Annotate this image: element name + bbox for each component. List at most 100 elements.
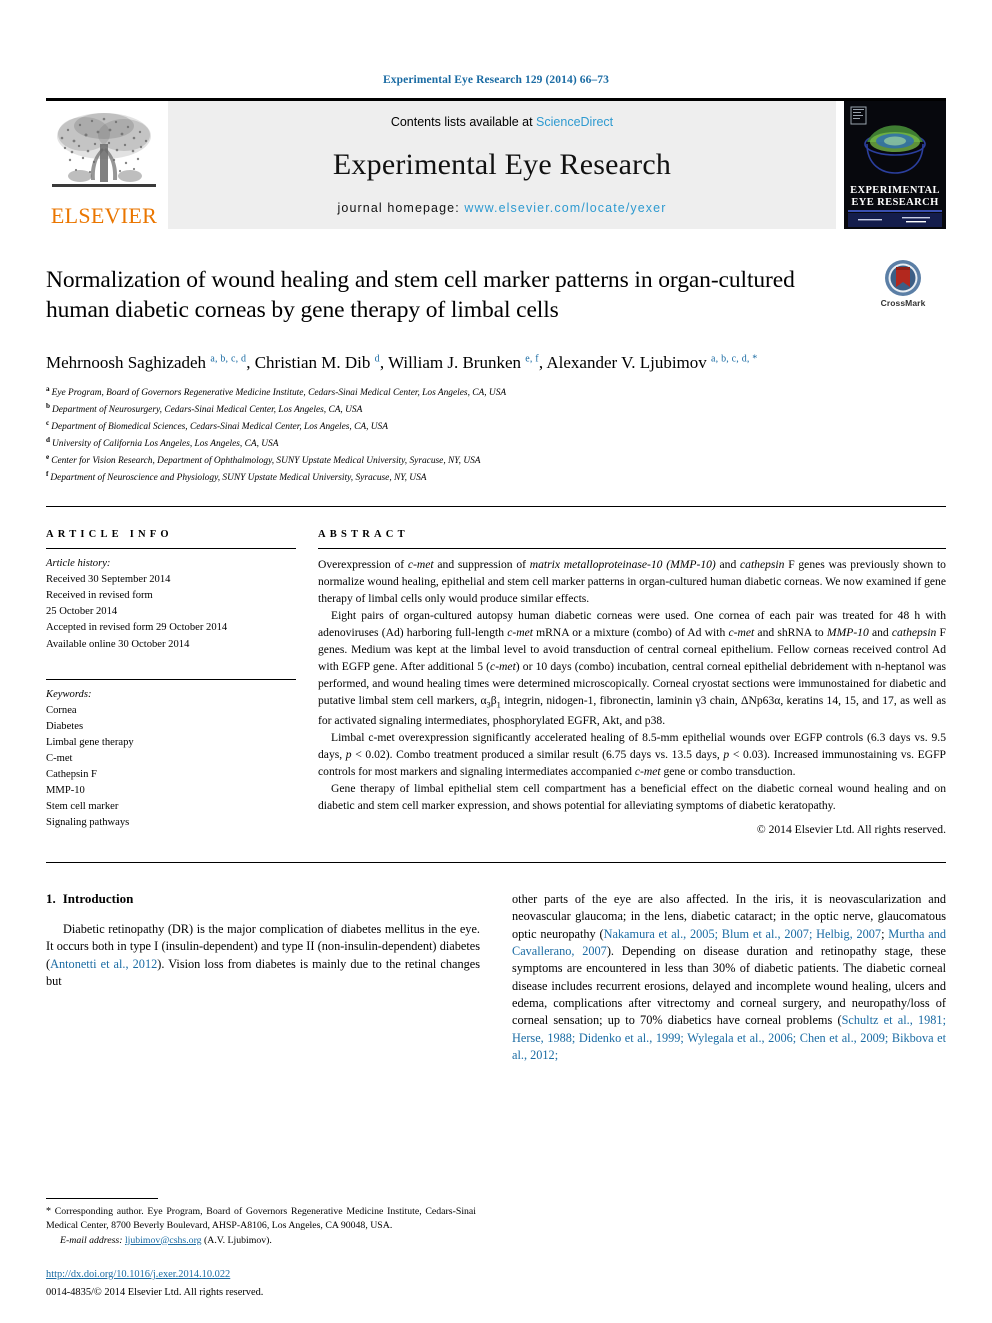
author-separator: , [246,353,255,372]
body-columns: 1. Introduction Diabetic retinopathy (DR)… [46,891,946,1064]
divider-after-affiliations [46,506,946,508]
article-info-rule [46,548,296,550]
affiliation-text: University of California Los Angeles, Lo… [52,439,279,450]
section-number: 1. [46,891,56,907]
corresponding-star: * [46,1205,51,1217]
abstract-paragraph: Gene therapy of limbal epithelial stem c… [318,782,946,813]
sciencedirect-link[interactable]: ScienceDirect [536,115,613,129]
abstract-column: ABSTRACT Overexpression of c-met and sup… [318,529,946,836]
homepage-prefix: journal homepage: [337,201,465,215]
journal-name: Experimental Eye Research [332,148,672,181]
footnote-area: * Corresponding author. Eye Program, Boa… [46,1197,476,1301]
svg-text:EYE RESEARCH: EYE RESEARCH [851,197,938,208]
author-name: Mehrnoosh Saghizadeh [46,353,211,372]
keywords-rule [46,678,296,680]
svg-text:EXPERIMENTAL: EXPERIMENTAL [850,185,940,196]
affiliation-item: c Department of Biomedical Sciences, Ceda… [46,418,946,435]
keyword-item: C-met [46,752,73,764]
journal-homepage-line: journal homepage: www.elsevier.com/locat… [338,201,667,215]
footnote-rule [46,1197,158,1199]
affiliation-item: d University of California Los Angeles, L… [46,435,946,452]
elsevier-tree-icon [52,113,156,187]
journal-homepage-link[interactable]: www.elsevier.com/locate/yexer [464,201,666,215]
article-history-title: Article history: [46,558,111,570]
affiliation-item: e Center for Vision Research, Department … [46,452,946,469]
elsevier-logo: ELSEVIER [46,101,162,229]
article-history-item: Received 30 September 2014 [46,574,171,586]
keyword-item: MMP-10 [46,785,85,797]
email-link[interactable]: ljubimov@cshs.org [125,1235,202,1246]
abstract-copyright: © 2014 Elsevier Ltd. All rights reserved… [756,823,946,837]
elsevier-wordmark: ELSEVIER [50,203,158,228]
journal-cover-thumbnail: EXPERIMENTAL EYE RESEARCH [844,101,946,229]
divider-after-abstract [46,862,946,864]
email-label: E-mail address: [60,1234,123,1246]
author-affiliation-marks: a, b, c, d, [711,353,750,365]
contents-available-line: Contents lists available at ScienceDirec… [391,115,613,129]
crossmark-badge[interactable]: CrossMark [860,259,946,308]
keyword-item: Cornea [46,704,77,716]
affiliation-mark: d [46,436,50,445]
paper-page: Experimental Eye Research 129 (2014) 66–… [0,0,992,1323]
author-name: Alexander V. Ljubimov [546,353,712,372]
issn-copyright-line: 0014-4835/© 2014 Elsevier Ltd. All right… [46,1287,264,1299]
journal-cover-art: EXPERIMENTAL EYE RESEARCH [844,101,946,229]
affiliation-list: a Eye Program, Board of Governors Regener… [46,384,946,486]
affiliation-text: Department of Neurosurgery, Cedars-Sinai… [52,405,363,416]
keyword-item: Limbal gene therapy [46,736,134,748]
keywords-title: Keywords: [46,688,92,700]
section-title: Introduction [62,891,134,907]
corresponding-author-marker: * [749,353,758,365]
abstract-rule [318,548,946,550]
body-column-right: other parts of the eye are also affected… [512,891,946,1064]
abstract-paragraph: Eight pairs of organ-cultured autopsy hu… [318,609,946,727]
body-column-left: 1. Introduction Diabetic retinopathy (DR)… [46,891,480,1064]
affiliation-text: Department of Neuroscience and Physiolog… [50,473,427,484]
article-info-column: ARTICLE INFO Article history: Received 3… [46,529,296,836]
affiliation-mark: f [46,470,49,479]
author-name: Christian M. Dib [254,353,375,372]
affiliation-item: f Department of Neuroscience and Physiolo… [46,469,946,486]
article-history-item: Received in revised form [46,590,153,602]
article-history-list: Received 30 September 2014 Received in re… [46,572,296,652]
title-block: Normalization of wound healing and stem … [46,260,946,335]
intro-paragraph-right: other parts of the eye are also affected… [512,892,946,1063]
abstract-heading: ABSTRACT [318,529,409,541]
abstract-body: Overexpression of c-met and suppression … [318,556,946,814]
author-name: William J. Brunken [388,353,526,372]
article-history-item: Accepted in revised form 29 October 2014 [46,622,228,634]
corresponding-author-note: * Corresponding author. Eye Program, Boa… [46,1205,476,1234]
crossmark-icon [885,260,921,296]
author-affiliation-marks: e, f [525,353,539,365]
affiliation-item: b Department of Neurosurgery, Cedars-Sina… [46,401,946,418]
abstract-paragraph: Overexpression of c-met and suppression … [318,558,946,606]
author-separator: , [379,353,389,372]
affiliation-text: Eye Program, Board of Governors Regenera… [51,388,507,399]
email-note: E-mail address: ljubimov@cshs.org (A.V. … [46,1234,476,1248]
article-history-item: Available online 30 October 2014 [46,638,190,650]
journal-masthead: ELSEVIER Contents lists available at Sci… [46,98,946,229]
abstract-paragraph: Limbal c-met overexpression significantl… [318,730,946,778]
journal-band: Contents lists available at ScienceDirec… [168,101,836,229]
article-history-item: 25 October 2014 [46,606,118,618]
info-and-abstract: ARTICLE INFO Article history: Received 3… [46,529,946,836]
doi-link[interactable]: http://dx.doi.org/10.1016/j.exer.2014.10… [46,1268,476,1283]
author-list: Mehrnoosh Saghizadeh a, b, c, d, Christi… [46,351,836,375]
affiliation-text: Center for Vision Research, Department o… [51,456,481,467]
crossmark-label: CrossMark [880,298,926,308]
affiliation-mark: a [46,385,50,394]
affiliation-mark: b [46,402,50,411]
keyword-item: Diabetes [46,720,84,732]
email-owner: (A.V. Ljubimov). [204,1234,272,1246]
keyword-item: Cathepsin F [46,769,97,781]
affiliation-text: Department of Biomedical Sciences, Cedar… [51,422,388,433]
intro-paragraph-left: Diabetic retinopathy (DR) is the major c… [46,922,480,989]
corresponding-author-text: Corresponding author. Eye Program, Board… [46,1205,477,1232]
keyword-item: Stem cell marker [46,801,119,813]
keywords-list: Cornea Diabetes Limbal gene therapy C-met Ca… [46,703,296,832]
running-head: Experimental Eye Research 129 (2014) 66–… [383,74,609,86]
article-info-heading: ARTICLE INFO [46,529,173,541]
keywords-block: Keywords: Cornea Diabetes Limbal gene ther… [46,678,296,832]
author-affiliation-marks: a, b, c, d [210,353,247,365]
contents-prefix: Contents lists available at [390,115,537,129]
